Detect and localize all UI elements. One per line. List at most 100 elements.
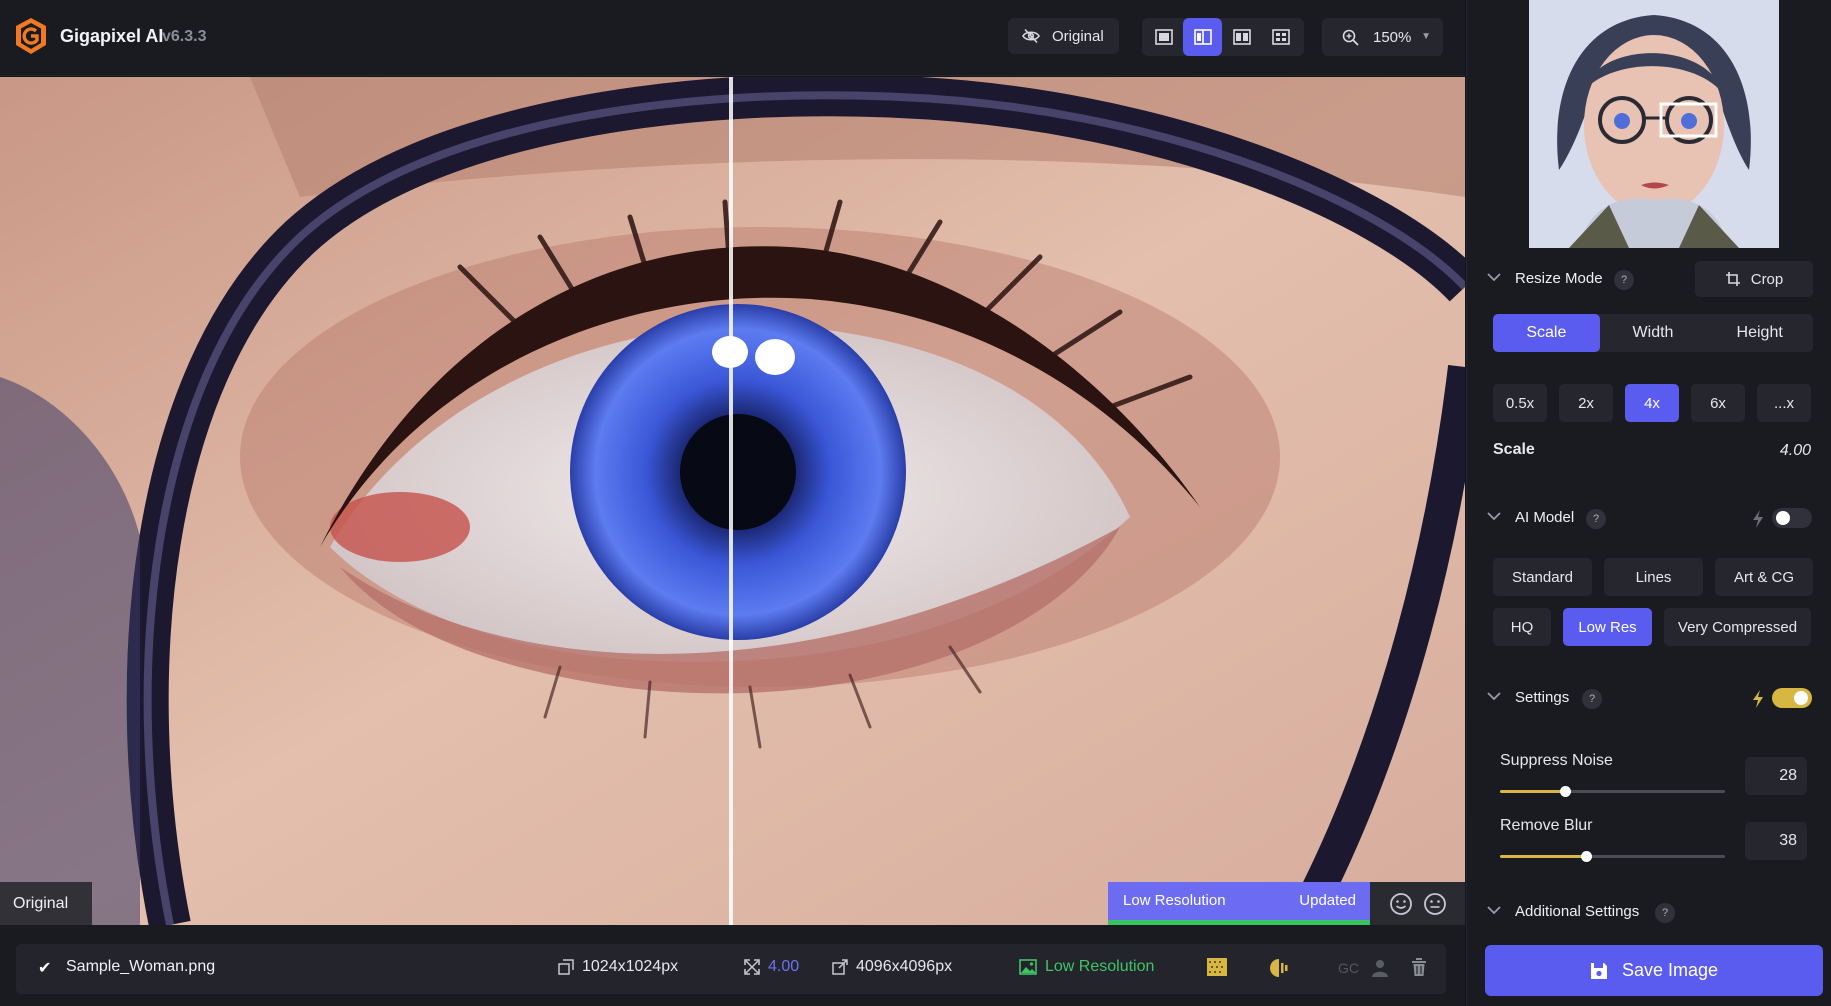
view-grid-button[interactable] [1261,18,1300,56]
navigator-thumbnail[interactable] [1529,0,1779,248]
trash-icon[interactable] [1411,958,1427,976]
resize-mode-tabs: Scale Width Height [1493,314,1813,352]
preset-custom[interactable]: ...x [1757,384,1811,422]
suppress-noise-fill [1500,790,1566,793]
remove-blur-fill [1500,855,1586,858]
face-recovery-icon[interactable] [1268,958,1290,978]
lightning-icon [1753,510,1763,528]
smile-icon[interactable] [1389,892,1413,916]
neutral-face-icon[interactable] [1423,892,1447,916]
gc-label: GC [1338,960,1359,976]
output-size-value: 4096x4096px [856,958,953,975]
suppress-noise-label: Suppress Noise [1500,752,1613,769]
gigapixel-logo-icon [16,18,46,54]
crop-icon [1725,272,1740,286]
original-toggle-button[interactable]: Original [1008,18,1119,54]
split-divider-handle[interactable] [729,77,733,925]
chevron-down-icon: ▼ [1421,31,1431,42]
help-icon[interactable]: ? [1655,903,1675,923]
additional-settings-header[interactable]: Additional Settings ? [1467,892,1831,932]
original-label: Original [1052,27,1104,45]
suppress-noise-slider[interactable] [1500,786,1725,797]
image-canvas[interactable]: Original Low Resolution Updated [0,77,1465,925]
tab-width[interactable]: Width [1600,314,1707,352]
model-hq[interactable]: HQ [1493,608,1551,646]
chevron-down-icon [1487,692,1501,701]
status-state: Updated [1299,892,1356,909]
crop-button[interactable]: Crop [1695,261,1813,297]
source-size-value: 1024x1024px [582,958,679,975]
settings-auto-toggle[interactable] [1772,688,1812,708]
output-size-icon [832,959,848,975]
settings-panel: Resize Mode ? Crop Scale Width Height 0.… [1466,0,1831,1006]
grid-view-icon [1271,29,1290,45]
status-model: Low Resolution [1123,892,1226,909]
save-label: Save Image [1621,960,1719,980]
remove-blur-slider[interactable] [1500,851,1725,862]
scale-row: Scale 4.00 [1493,441,1813,459]
save-image-button[interactable]: Save Image [1485,945,1823,996]
app-window: Gigapixel AI v6.3.3 Original 150% ▼ Orig… [0,0,1831,1006]
preset-0-5x[interactable]: 0.5x [1493,384,1547,422]
model-indicator: Low Resolution [1019,958,1154,976]
scale-value: 4.00 [768,958,800,975]
preset-4x[interactable]: 4x [1625,384,1679,422]
remove-blur-label: Remove Blur [1500,817,1593,834]
crop-label: Crop [1750,270,1784,288]
side-by-side-icon [1232,29,1251,45]
help-icon[interactable]: ? [1582,689,1602,709]
view-side-by-side-button[interactable] [1222,18,1261,56]
single-view-icon [1154,29,1173,45]
ai-model-row-1: Standard Lines Art & CG [1493,558,1813,596]
ai-model-header[interactable]: AI Model ? [1467,498,1831,538]
scale-indicator: 4.00 [744,958,799,976]
split-view-icon [1193,29,1212,45]
remove-blur-input[interactable]: 38 [1745,822,1807,860]
model-value: Low Resolution [1045,958,1155,975]
suppress-noise-handle[interactable] [1560,786,1572,797]
zoom-value: 150% [1373,28,1412,46]
remove-blur-handle[interactable] [1580,851,1592,862]
source-size: 1024x1024px [558,958,678,976]
chevron-down-icon [1487,906,1501,915]
tab-scale[interactable]: Scale [1493,314,1600,352]
noise-pattern-icon[interactable] [1207,958,1227,976]
file-list-row[interactable]: ✔ Sample_Woman.png 1024x1024px 4.00 4096… [16,944,1446,994]
app-version: v6.3.3 [162,28,207,45]
zoom-icon [1342,29,1359,46]
model-standard[interactable]: Standard [1493,558,1592,596]
preset-2x[interactable]: 2x [1559,384,1613,422]
model-lines[interactable]: Lines [1604,558,1703,596]
suppress-noise-input[interactable]: 28 [1745,757,1807,795]
image-icon [1019,959,1037,975]
output-size: 4096x4096px [832,958,952,976]
lightning-icon [1753,690,1763,708]
app-name: Gigapixel AI [60,26,164,46]
processing-status: Low Resolution Updated [1108,882,1370,925]
model-art-cg[interactable]: Art & CG [1715,558,1813,596]
eye-off-icon [1022,28,1040,44]
help-icon[interactable]: ? [1586,509,1606,529]
model-low-res[interactable]: Low Res [1563,608,1652,646]
settings-title: Settings [1515,689,1570,706]
save-icon [1590,962,1607,979]
ai-model-auto-toggle[interactable] [1772,508,1812,528]
chevron-down-icon [1487,512,1501,521]
chevron-down-icon [1487,273,1501,282]
settings-header[interactable]: Settings ? [1467,678,1831,718]
scale-input-value[interactable]: 4.00 [1780,442,1811,460]
view-single-button[interactable] [1144,18,1183,56]
thumbnail-image [1529,0,1779,248]
resize-mode-title: Resize Mode [1515,270,1603,287]
view-split-button[interactable] [1183,18,1222,56]
scale-label: Scale [1493,441,1535,458]
scale-presets: 0.5x 2x 4x 6x ...x [1493,384,1813,422]
help-icon[interactable]: ? [1614,270,1634,290]
ai-model-title: AI Model [1515,509,1575,526]
person-icon[interactable] [1371,958,1389,978]
zoom-dropdown[interactable]: 150% ▼ [1322,18,1443,56]
preset-6x[interactable]: 6x [1691,384,1745,422]
checkmark-icon[interactable]: ✔ [38,958,51,978]
model-very-compressed[interactable]: Very Compressed [1664,608,1811,646]
tab-height[interactable]: Height [1706,314,1813,352]
